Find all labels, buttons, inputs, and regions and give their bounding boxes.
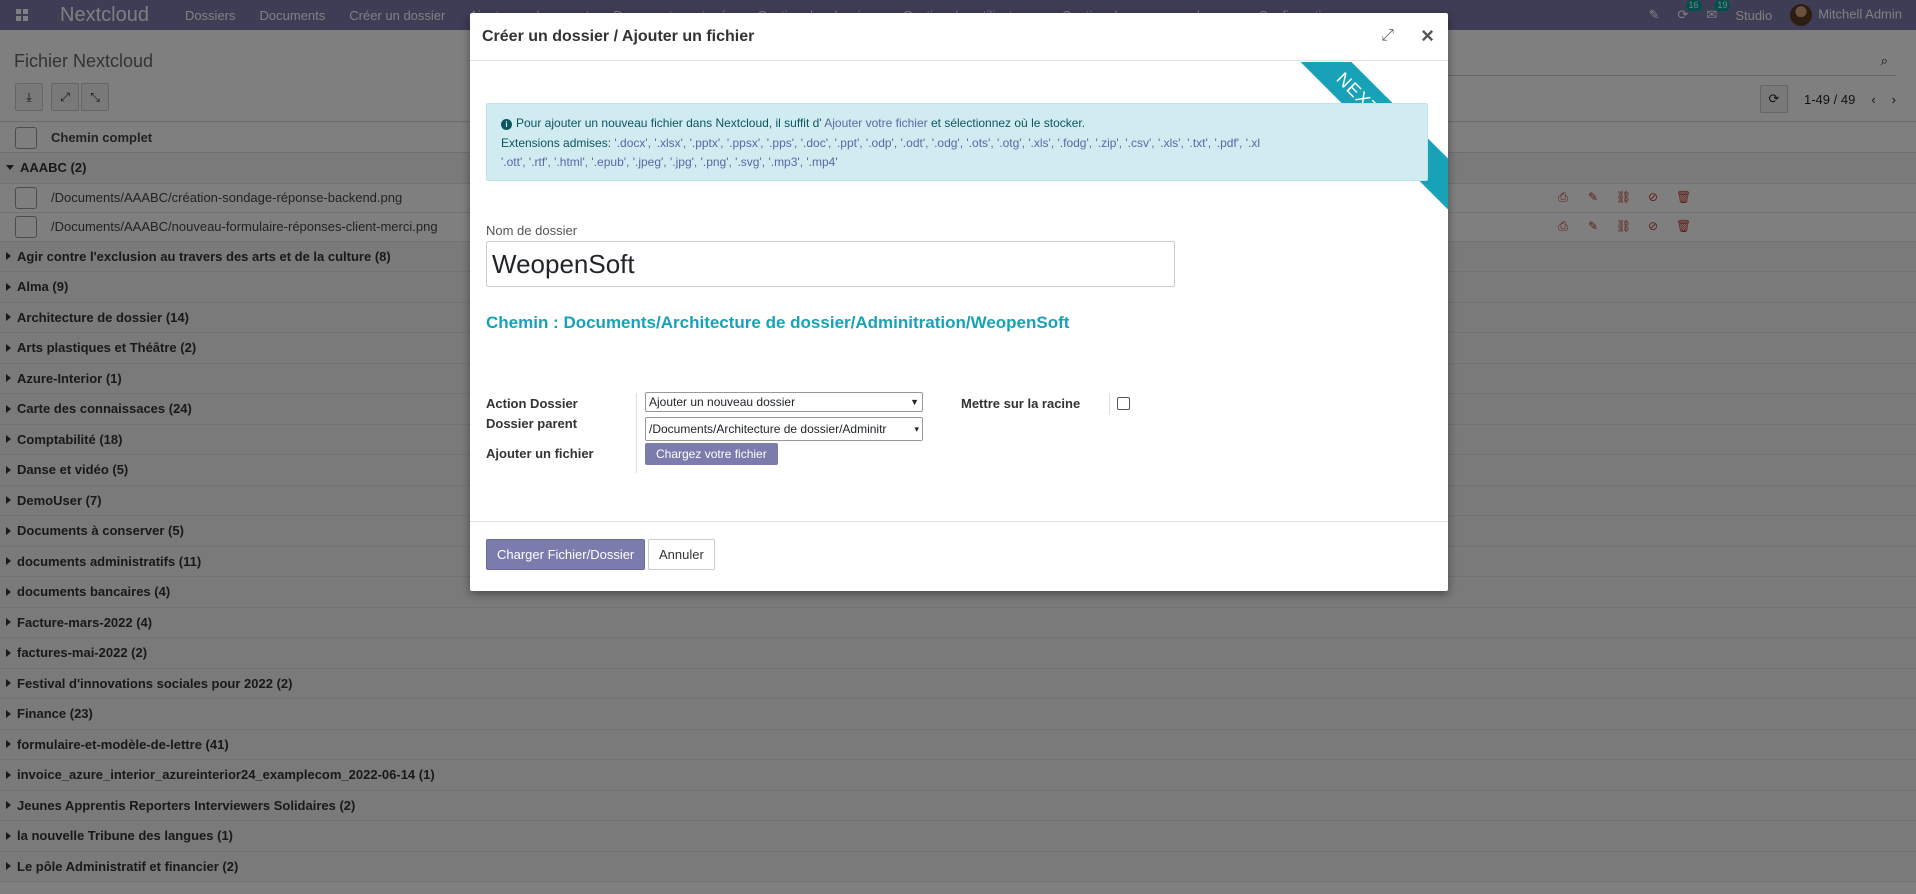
- expand-dialog-icon[interactable]: ⤢: [1381, 27, 1394, 45]
- path-display: Chemin : Documents/Architecture de dossi…: [486, 313, 1070, 332]
- info-alert: i Pour ajouter un nouveau fichier dans Ne…: [486, 103, 1428, 181]
- extensions-label: Extensions admises:: [501, 135, 612, 150]
- root-label: Mettre sur la racine: [961, 396, 1081, 411]
- dialog-footer: Charger Fichier/Dossier Annuler: [470, 521, 1448, 591]
- extensions-list-1: '.docx', '.xlsx', '.pptx', '.ppsx', '.pp…: [614, 135, 1261, 150]
- chevron-down-icon: ▾: [914, 424, 919, 434]
- form-divider: [1109, 393, 1110, 415]
- chevron-down-icon: ▼: [910, 397, 919, 407]
- folder-name-input[interactable]: WeopenSoft: [486, 241, 1175, 287]
- alert-text-2: et sélectionnez où le stocker.: [931, 116, 1086, 130]
- form-divider: [636, 393, 637, 473]
- dialog-title: Créer un dossier / Ajouter un fichier: [482, 27, 755, 45]
- upload-file-button[interactable]: Chargez votre fichier: [645, 443, 778, 465]
- create-folder-dialog: Créer un dossier / Ajouter un fichier ⤢ …: [470, 13, 1448, 591]
- parent-folder-label: Dossier parent: [486, 416, 578, 431]
- folder-name-label: Nom de dossier: [486, 223, 578, 238]
- add-file-label: Ajouter un fichier: [486, 446, 594, 461]
- action-folder-select[interactable]: Ajouter un nouveau dossier ▼: [645, 392, 923, 412]
- action-folder-value: Ajouter un nouveau dossier: [649, 395, 796, 409]
- submit-button[interactable]: Charger Fichier/Dossier: [486, 539, 646, 570]
- parent-folder-value: /Documents/Architecture de dossier/Admin…: [649, 422, 887, 436]
- extensions-list-2: '.ott', '.rtf', '.html', '.epub', '.jpeg…: [501, 155, 838, 169]
- add-file-link[interactable]: Ajouter votre fichier: [824, 116, 927, 130]
- cancel-button[interactable]: Annuler: [648, 539, 715, 570]
- info-icon: i: [501, 119, 512, 130]
- action-folder-label: Action Dossier: [486, 396, 578, 411]
- close-icon[interactable]: ×: [1421, 23, 1434, 49]
- parent-folder-select[interactable]: /Documents/Architecture de dossier/Admin…: [645, 417, 923, 441]
- dialog-header: Créer un dossier / Ajouter un fichier: [470, 13, 1448, 61]
- root-checkbox[interactable]: [1117, 397, 1130, 410]
- alert-text-1: Pour ajouter un nouveau fichier dans Nex…: [516, 116, 822, 130]
